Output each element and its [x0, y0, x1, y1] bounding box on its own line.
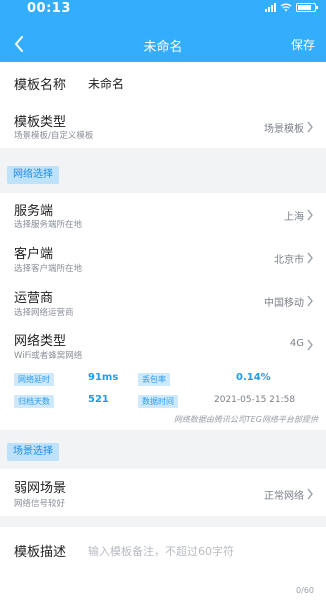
samples-value: 521: [88, 394, 109, 405]
chevron-right-icon[interactable]: [306, 209, 314, 221]
weak-network-row[interactable]: 弱网场景 网络信号较好 正常网络: [0, 469, 326, 516]
latency-value: 91ms: [88, 372, 119, 383]
description-label: 模板描述: [14, 545, 67, 560]
network-section-tag: 网络选择: [7, 166, 59, 184]
samples-badge: 归档天数: [14, 395, 54, 408]
description-input[interactable]: 输入模板备注，不超过60字符: [88, 543, 234, 559]
loss-value: 0.14%: [236, 372, 271, 383]
carrier-label: 运营商: [14, 291, 54, 306]
template-type-value: 场景模板: [264, 124, 304, 135]
chevron-right-icon[interactable]: [306, 339, 314, 351]
status-time: 00:13: [27, 1, 71, 16]
template-type-label: 模板类型: [14, 115, 67, 130]
server-label: 服务端: [14, 204, 54, 219]
latency-badge: 网络延时: [14, 373, 54, 386]
network-card: 服务端 选择服务端所在地 上海 客户端 选择客户端所在地 北京市 运营商 选择网…: [0, 193, 326, 430]
page-title: 未命名: [143, 40, 183, 55]
description-card: 模板描述: [0, 527, 326, 611]
server-value[interactable]: 上海: [284, 208, 304, 223]
template-name-label: 模板名称: [14, 78, 67, 93]
network-type-label: 网络类型: [14, 334, 67, 349]
chevron-right-icon[interactable]: [306, 252, 314, 264]
client-label: 客户端: [14, 247, 54, 262]
weak-network-value: 正常网络: [264, 491, 304, 502]
weak-network-label: 弱网场景: [14, 481, 67, 496]
template-name-row[interactable]: 模板名称 未命名: [0, 62, 326, 104]
client-hint: 选择客户端所在地: [14, 264, 83, 274]
chevron-right-icon: [307, 488, 313, 500]
client-value[interactable]: 北京市: [274, 251, 304, 266]
save-button[interactable]: 保存: [291, 36, 315, 53]
time-value: 2021-05-15 21:58: [214, 395, 296, 405]
signal-icon: [265, 3, 276, 12]
network-type-value[interactable]: 4G: [290, 338, 304, 349]
weak-network-hint: 网络信号较好: [14, 499, 66, 509]
template-type-hint: 场景模板/自定义模板: [14, 131, 94, 141]
status-icons: [265, 3, 318, 12]
carrier-hint: 选择网络运营商: [14, 308, 74, 318]
time-badge: 数据时间: [138, 395, 178, 408]
template-name-input[interactable]: 未命名: [88, 75, 124, 92]
battery-icon: [296, 3, 318, 12]
chevron-right-icon: [307, 121, 313, 133]
server-hint: 选择服务端所在地: [14, 220, 83, 230]
chevron-right-icon[interactable]: [306, 295, 314, 307]
scene-section-tag: 场景选择: [7, 443, 59, 461]
data-source-note: 网络数据由腾讯公司TEG网络平台部提供: [173, 415, 318, 424]
network-type-hint: WiFi或者蜂窝网络: [14, 351, 83, 361]
carrier-value[interactable]: 中国移动: [264, 294, 304, 309]
loss-badge: 丢包率: [138, 373, 170, 386]
header-bar: 00:13 未命名 保存: [0, 0, 326, 62]
character-counter: 0/60: [296, 586, 314, 595]
wifi-icon: [280, 3, 292, 12]
template-type-row[interactable]: 模板类型 场景模板/自定义模板 场景模板: [0, 104, 326, 148]
